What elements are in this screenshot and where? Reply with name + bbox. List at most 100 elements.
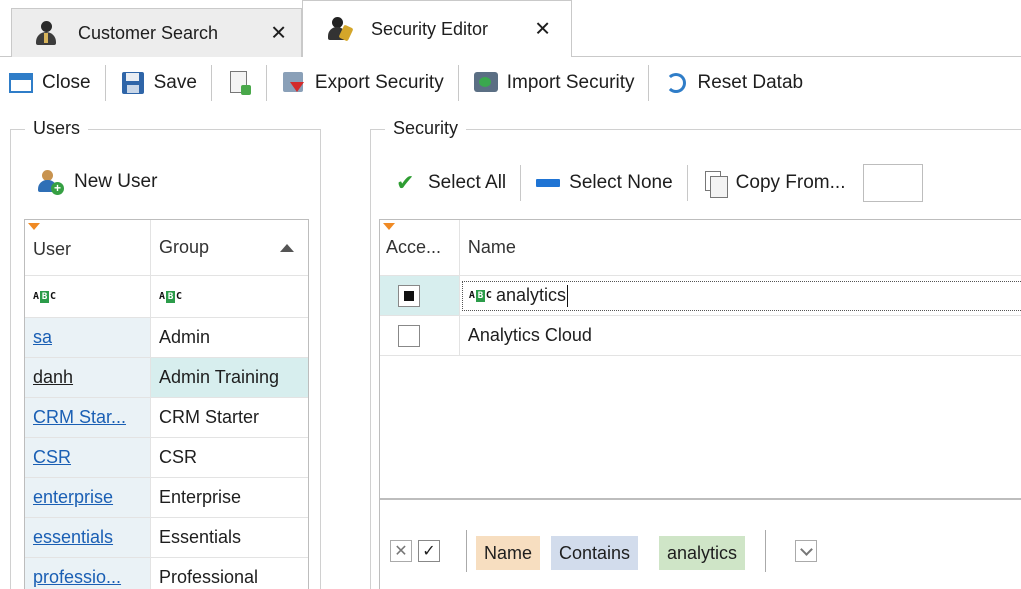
window-close-icon xyxy=(8,70,34,96)
column-header-group[interactable]: Group xyxy=(151,220,308,275)
user-icon xyxy=(34,20,58,46)
table-row[interactable]: sa Admin xyxy=(25,318,308,358)
security-grid: Acce... Name ABC analytics Analytics Clo… xyxy=(379,219,1021,499)
security-user-icon xyxy=(327,16,354,42)
refresh-icon xyxy=(663,70,689,96)
close-button[interactable]: Close xyxy=(0,63,99,103)
toolbar-separator xyxy=(265,65,267,101)
minus-icon xyxy=(535,170,561,196)
filter-field-token[interactable]: Name xyxy=(476,536,541,570)
import-security-button[interactable]: Import Security xyxy=(465,63,643,103)
users-group-title: Users xyxy=(25,118,89,139)
group-filter-cell[interactable]: ABC xyxy=(151,276,308,317)
toolbar-separator xyxy=(520,165,522,201)
tab-customer-search[interactable]: Customer Search ✕ xyxy=(11,8,302,57)
filter-operator-token[interactable]: Contains xyxy=(551,536,639,570)
chevron-down-icon[interactable] xyxy=(795,540,817,562)
group-cell: CRM Starter xyxy=(159,407,260,427)
user-cell[interactable]: professio... xyxy=(25,558,151,589)
name-filter-input[interactable]: ABC analytics xyxy=(461,280,1021,311)
table-row[interactable]: Analytics Cloud xyxy=(380,316,1021,356)
document-tab-strip: Customer Search ✕ Security Editor ✕ xyxy=(0,0,1021,57)
export-security-button[interactable]: Export Security xyxy=(273,63,452,103)
select-none-label: Select None xyxy=(569,172,673,193)
copy-from-combo[interactable] xyxy=(863,164,924,202)
security-group-title: Security xyxy=(385,118,467,139)
user-link[interactable]: danh xyxy=(33,367,73,388)
filter-marker-icon xyxy=(28,223,40,230)
toolbar-separator xyxy=(104,65,106,101)
users-grid: User Group ABC ABC sa Admin danh Admin T… xyxy=(24,219,309,589)
user-link[interactable]: CSR xyxy=(33,447,71,468)
user-link[interactable]: enterprise xyxy=(33,487,113,508)
column-header-access[interactable]: Acce... xyxy=(380,220,460,275)
user-cell[interactable]: danh xyxy=(25,358,151,397)
toolbar-separator xyxy=(457,65,459,101)
close-icon[interactable]: ✕ xyxy=(270,21,287,46)
column-header-label: Acce... xyxy=(386,237,442,257)
user-cell[interactable]: CSR xyxy=(25,438,151,477)
group-cell: Enterprise xyxy=(159,487,242,507)
select-none-button[interactable]: Select None xyxy=(527,163,681,203)
copy-from-label: Copy From... xyxy=(735,172,846,193)
access-cell[interactable] xyxy=(380,316,460,355)
table-row[interactable]: CSR CSR xyxy=(25,438,308,478)
filter-value-token[interactable]: analytics xyxy=(659,536,746,570)
enable-filter-checkbox[interactable]: ✓ xyxy=(418,540,440,562)
user-link[interactable]: sa xyxy=(33,327,52,348)
select-all-button[interactable]: ✔ Select All xyxy=(386,163,514,203)
copy-from-button[interactable]: Copy From... xyxy=(694,163,854,203)
table-row[interactable]: CRM Star... CRM Starter xyxy=(25,398,308,438)
name-filter-cell[interactable]: ABC analytics xyxy=(460,276,1021,315)
group-cell: Admin Training xyxy=(151,358,308,397)
table-row[interactable]: professio... Professional xyxy=(25,558,308,589)
toolbar-separator xyxy=(686,165,688,201)
user-filter-cell[interactable]: ABC xyxy=(25,276,151,317)
user-link[interactable]: professio... xyxy=(33,567,121,588)
floppy-disk-icon xyxy=(120,70,146,96)
column-header-label: User xyxy=(33,239,72,259)
tab-label: Customer Search xyxy=(78,22,219,43)
filter-panel: ✕ ✓ Name Contains analytics xyxy=(379,499,1021,589)
save-button[interactable]: Save xyxy=(112,63,205,103)
column-header-user[interactable]: User xyxy=(25,220,151,275)
text-filter-icon: ABC xyxy=(33,290,57,303)
toolbar-separator xyxy=(210,65,212,101)
user-cell[interactable]: enterprise xyxy=(25,478,151,517)
access-filter-cell[interactable] xyxy=(380,276,460,315)
group-cell: Essentials xyxy=(159,527,242,547)
user-cell[interactable]: essentials xyxy=(25,518,151,557)
report-button[interactable] xyxy=(218,63,260,103)
user-cell[interactable]: sa xyxy=(25,318,151,357)
users-grid-header: User Group xyxy=(25,220,308,276)
close-button-label: Close xyxy=(42,72,91,93)
text-caret xyxy=(566,284,568,307)
import-security-label: Import Security xyxy=(506,72,635,93)
column-header-label: Name xyxy=(467,237,516,257)
group-cell: Admin xyxy=(159,327,211,347)
table-row[interactable]: enterprise Enterprise xyxy=(25,478,308,518)
table-row[interactable]: essentials Essentials xyxy=(25,518,308,558)
indeterminate-checkbox[interactable] xyxy=(398,284,420,307)
clear-filter-icon[interactable]: ✕ xyxy=(390,540,412,562)
user-link[interactable]: essentials xyxy=(33,527,113,548)
close-icon[interactable]: ✕ xyxy=(534,17,551,42)
text-filter-icon: ABC xyxy=(468,289,492,302)
copy-icon xyxy=(702,170,728,198)
column-header-name[interactable]: Name xyxy=(460,220,1021,275)
user-cell[interactable]: CRM Star... xyxy=(25,398,151,437)
table-row[interactable]: danh Admin Training xyxy=(25,358,308,398)
toolbar-separator xyxy=(648,65,650,101)
new-user-label: New User xyxy=(74,171,158,192)
tab-label: Security Editor xyxy=(371,18,489,39)
reset-database-button[interactable]: Reset Datab xyxy=(655,63,811,103)
group-cell: CSR xyxy=(159,447,198,467)
tab-security-editor[interactable]: Security Editor ✕ xyxy=(302,0,572,57)
user-link[interactable]: CRM Star... xyxy=(33,407,126,428)
new-user-button[interactable]: + New User xyxy=(36,168,157,196)
name-cell: Analytics Cloud xyxy=(467,325,592,345)
export-icon xyxy=(281,70,307,96)
security-grid-header: Acce... Name xyxy=(380,220,1021,276)
access-checkbox[interactable] xyxy=(398,324,420,347)
select-all-label: Select All xyxy=(428,172,507,193)
